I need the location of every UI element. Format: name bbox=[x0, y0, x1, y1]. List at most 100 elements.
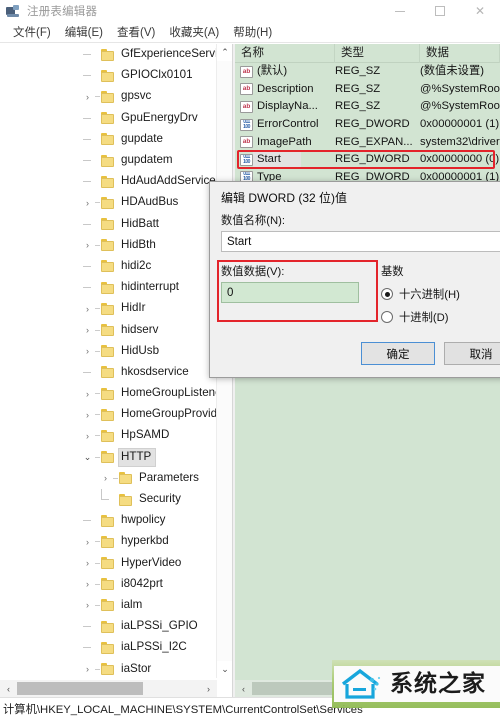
tree-item-hidserv[interactable]: › hidserv bbox=[0, 319, 217, 340]
tree-connector bbox=[95, 202, 100, 204]
tree-connector bbox=[80, 214, 95, 235]
tree-item-hpsamd[interactable]: › HpSAMD bbox=[0, 425, 217, 446]
chevron-right-icon[interactable]: › bbox=[80, 86, 95, 107]
scroll-down-icon[interactable]: ⌄ bbox=[217, 661, 232, 678]
minimize-button[interactable] bbox=[380, 0, 420, 22]
tree-item-ialm[interactable]: › ialm bbox=[0, 595, 217, 616]
scroll-left-icon[interactable]: ‹ bbox=[0, 680, 17, 697]
cancel-button[interactable]: 取消 bbox=[444, 342, 500, 365]
chevron-down-icon[interactable]: ⌄ bbox=[80, 447, 95, 468]
chevron-right-icon[interactable]: › bbox=[98, 468, 113, 489]
tree-item-hidusb[interactable]: › HidUsb bbox=[0, 341, 217, 362]
menu-file[interactable]: 文件(F) bbox=[6, 22, 58, 42]
tree-item-http[interactable]: ⌄ HTTP bbox=[0, 447, 217, 468]
tree-item-label: hwpolicy bbox=[121, 513, 166, 527]
maximize-button[interactable] bbox=[420, 0, 460, 22]
tree-item-ialpssi-i2c[interactable]: iaLPSSi_I2C bbox=[0, 637, 217, 658]
column-header-name[interactable]: 名称 bbox=[235, 44, 335, 63]
tree-item-hdaudaddservice[interactable]: HdAudAddService bbox=[0, 171, 217, 192]
value-name: (默认) bbox=[257, 65, 288, 78]
tree-item-gfexperienceservice[interactable]: GfExperienceService bbox=[0, 44, 217, 65]
value-row[interactable]: ab ImagePath REG_EXPAN... system32\drivers\… bbox=[235, 133, 500, 151]
tree-item-hwpolicy[interactable]: hwpolicy bbox=[0, 510, 217, 531]
tree-item-security[interactable]: Security bbox=[0, 489, 217, 510]
chevron-right-icon[interactable]: › bbox=[80, 320, 95, 341]
tree-item-hidbth[interactable]: › HidBth bbox=[0, 235, 217, 256]
chevron-right-icon[interactable]: › bbox=[80, 574, 95, 595]
tree-item-hyperkbd[interactable]: › hyperkbd bbox=[0, 531, 217, 552]
tree-hscroll-thumb[interactable] bbox=[17, 682, 143, 695]
chevron-right-icon[interactable]: › bbox=[80, 383, 95, 404]
menu-help[interactable]: 帮助(H) bbox=[226, 22, 279, 42]
values-list[interactable]: ab (默认) REG_SZ (数值未设置) ab Description REG_SZ @%… bbox=[235, 63, 500, 186]
chevron-right-icon[interactable]: › bbox=[80, 192, 95, 213]
value-row[interactable]: ab (默认) REG_SZ (数值未设置) bbox=[235, 63, 500, 81]
tree-item-gupdatem[interactable]: gupdatem bbox=[0, 150, 217, 171]
value-type: REG_SZ bbox=[335, 65, 381, 78]
menu-view[interactable]: 查看(V) bbox=[110, 22, 162, 42]
value-data: 0x00000000 (0) bbox=[420, 153, 500, 166]
folder-icon bbox=[101, 366, 114, 379]
value-data-input[interactable]: 0 bbox=[221, 282, 359, 303]
values-horizontal-scrollbar[interactable]: ‹ bbox=[235, 680, 500, 697]
chevron-right-icon[interactable]: › bbox=[80, 659, 95, 678]
tree-item-gpioclx0101[interactable]: GPIOClx0101 bbox=[0, 65, 217, 86]
tree-item-homegroupprovider[interactable]: › HomeGroupProvider bbox=[0, 404, 217, 425]
chevron-right-icon[interactable]: › bbox=[80, 425, 95, 446]
ok-button[interactable]: 确定 bbox=[361, 342, 435, 365]
tree-horizontal-scrollbar[interactable]: ‹ › bbox=[0, 680, 217, 697]
scroll-right-icon[interactable]: › bbox=[200, 680, 217, 697]
value-name: ImagePath bbox=[257, 135, 312, 148]
values-scroll-left-icon[interactable]: ‹ bbox=[235, 680, 252, 697]
tree-item-gupdate[interactable]: gupdate bbox=[0, 129, 217, 150]
base-option-dec[interactable]: 十进制(D) bbox=[381, 309, 500, 325]
status-path: 计算机\HKEY_LOCAL_MACHINE\SYSTEM\CurrentCon… bbox=[3, 703, 363, 716]
chevron-right-icon[interactable]: › bbox=[80, 404, 95, 425]
tree-item-gpsvc[interactable]: › gpsvc bbox=[0, 86, 217, 107]
menu-edit[interactable]: 编辑(E) bbox=[58, 22, 110, 42]
tree-connector bbox=[95, 393, 100, 395]
chevron-right-icon[interactable]: › bbox=[80, 341, 95, 362]
column-header-data[interactable]: 数据 bbox=[420, 44, 500, 63]
base-option-hex[interactable]: 十六进制(H) bbox=[381, 286, 500, 302]
value-name-input[interactable]: Start bbox=[221, 231, 500, 252]
tree-item-label: HTTP bbox=[117, 447, 157, 467]
tree-item-iastor[interactable]: › iaStor bbox=[0, 658, 217, 678]
tree-item-hdaudbus[interactable]: › HDAudBus bbox=[0, 192, 217, 213]
value-row[interactable]: 011 100 Start REG_DWORD 0x00000000 (0) bbox=[235, 151, 500, 169]
tree-connector bbox=[95, 244, 100, 246]
chevron-right-icon[interactable]: › bbox=[80, 235, 95, 256]
radio-hex-icon[interactable] bbox=[381, 288, 393, 300]
tree-item-label: GPIOClx0101 bbox=[121, 68, 193, 82]
tree-item-hidbatt[interactable]: HidBatt bbox=[0, 214, 217, 235]
tree-item-parameters[interactable]: › Parameters bbox=[0, 468, 217, 489]
value-row[interactable]: ab DisplayNa... REG_SZ @%SystemRoot%\s bbox=[235, 98, 500, 116]
close-icon[interactable]: ✕ bbox=[460, 0, 500, 22]
tree-item-hidi2c[interactable]: hidi2c bbox=[0, 256, 217, 277]
chevron-right-icon[interactable]: › bbox=[80, 298, 95, 319]
tree-connector bbox=[80, 256, 95, 277]
edit-dword-dialog: 编辑 DWORD (32 位)值 数值名称(N): Start 数值数据(V):… bbox=[209, 181, 500, 378]
value-row[interactable]: ab Description REG_SZ @%SystemRoot%\s bbox=[235, 81, 500, 99]
tree-item-hkosdservice[interactable]: hkosdservice bbox=[0, 362, 217, 383]
registry-tree[interactable]: GfExperienceService GPIOClx0101 › gpsvc GpuE… bbox=[0, 44, 217, 678]
tree-item-hidir[interactable]: › HidIr bbox=[0, 298, 217, 319]
tree-item-hypervideo[interactable]: › HyperVideo bbox=[0, 553, 217, 574]
chevron-right-icon[interactable]: › bbox=[80, 531, 95, 552]
tree-item-hidinterrupt[interactable]: hidinterrupt bbox=[0, 277, 217, 298]
tree-connector bbox=[95, 350, 100, 352]
tree-item-gpuenergydrv[interactable]: GpuEnergyDrv bbox=[0, 108, 217, 129]
values-hscroll-thumb[interactable] bbox=[252, 682, 407, 695]
value-row[interactable]: 011 100 ErrorControl REG_DWORD 0x00000001 (1… bbox=[235, 116, 500, 134]
menu-bar: 文件(F) 编辑(E) 查看(V) 收藏夹(A) 帮助(H) bbox=[0, 22, 500, 43]
tree-item-ialpssi-gpio[interactable]: iaLPSSi_GPIO bbox=[0, 616, 217, 637]
column-header-type[interactable]: 类型 bbox=[335, 44, 420, 63]
scroll-up-icon[interactable]: ⌃ bbox=[217, 44, 232, 61]
radio-dec-icon[interactable] bbox=[381, 311, 393, 323]
chevron-right-icon[interactable]: › bbox=[80, 553, 95, 574]
tree-item-homegrouplistener[interactable]: › HomeGroupListener bbox=[0, 383, 217, 404]
chevron-right-icon[interactable]: › bbox=[80, 595, 95, 616]
menu-favorites[interactable]: 收藏夹(A) bbox=[162, 22, 226, 42]
tree-item-i8042prt[interactable]: › i8042prt bbox=[0, 574, 217, 595]
folder-icon bbox=[101, 663, 114, 676]
